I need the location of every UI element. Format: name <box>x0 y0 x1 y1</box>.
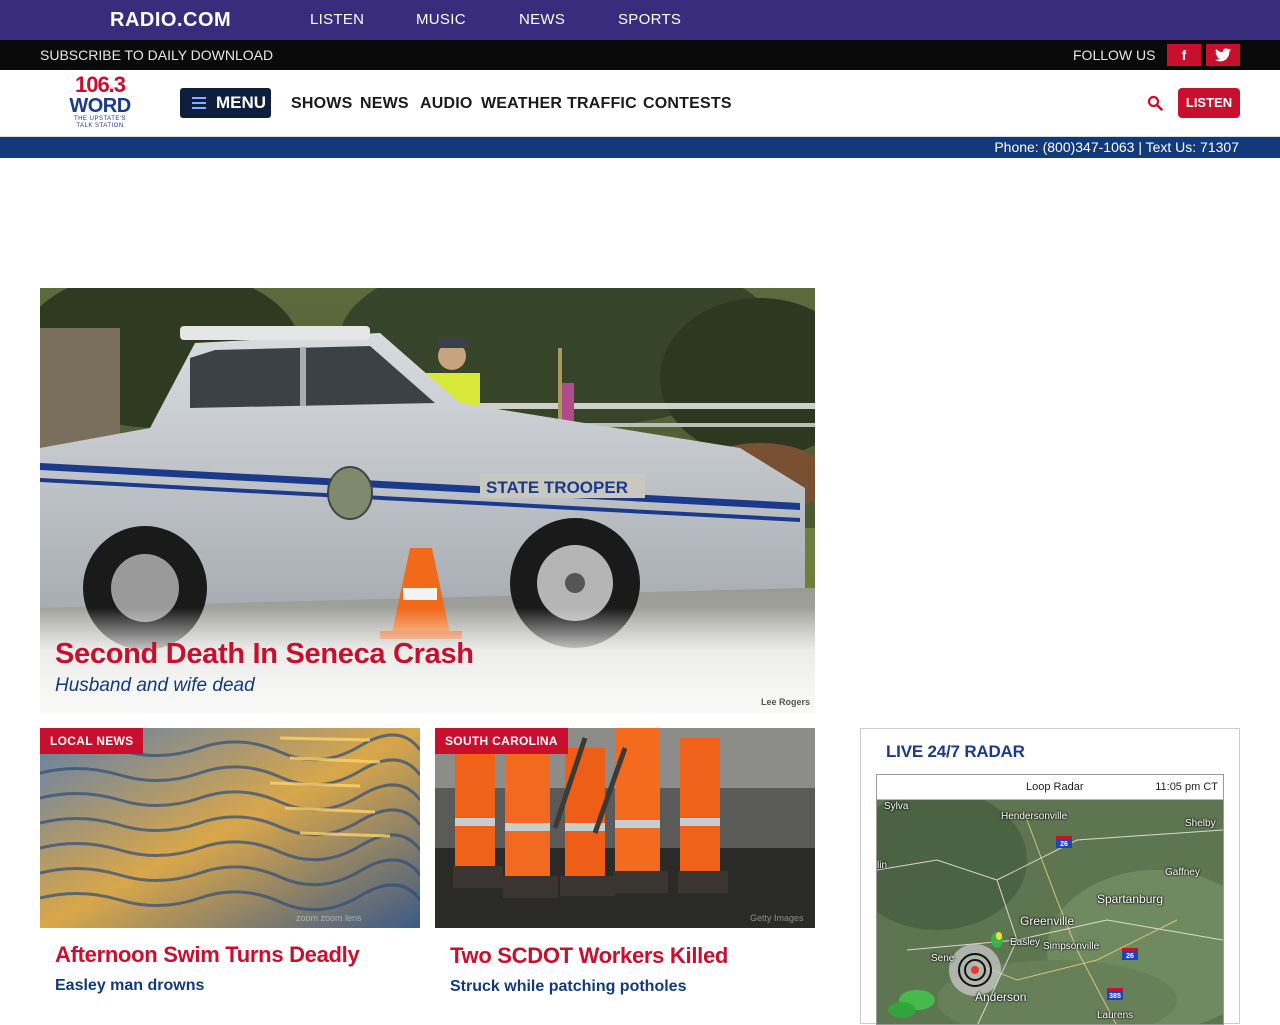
menu-label: MENU <box>216 93 267 112</box>
topnav-listen[interactable]: LISTEN <box>310 11 364 28</box>
nav-weather[interactable]: WEATHER <box>481 95 562 113</box>
station-header: 106.3 WORD THE UPSTATE'S TALK STATION ME… <box>0 70 1280 137</box>
map-city: Easley <box>1010 937 1041 948</box>
follow-us-label: FOLLOW US <box>1073 47 1156 63</box>
road-workers-image <box>435 728 815 928</box>
nav-news[interactable]: NEWS <box>360 95 409 113</box>
story-image-water: zoom zoom lens <box>40 728 420 928</box>
category-badge[interactable]: LOCAL NEWS <box>40 728 144 754</box>
card-headline[interactable]: Two SCDOT Workers Killed <box>450 943 728 969</box>
car-door-text: STATE TROOPER <box>486 478 628 497</box>
hero-story[interactable]: STATE TROOPER Second Death In Seneca Cra… <box>40 288 815 713</box>
map-city: Anderson <box>975 990 1027 1004</box>
interstate-shield-icon: 385 <box>1107 988 1123 1000</box>
hamburger-icon <box>192 97 206 109</box>
nav-audio[interactable]: AUDIO <box>420 95 473 113</box>
map-city: Spartanburg <box>1097 892 1164 906</box>
map-city: Greenville <box>1020 914 1075 928</box>
station-tagline-2: TALK STATION <box>76 123 124 129</box>
story-image-workers: Getty Images <box>435 728 815 928</box>
story-card-local-news[interactable]: zoom zoom lens LOCAL NEWS Afternoon Swim… <box>40 728 420 1024</box>
menu-button[interactable]: MENU <box>180 88 271 118</box>
card-photo-credit: zoom zoom lens <box>296 913 362 923</box>
map-city: Hendersonville <box>1001 811 1068 822</box>
nav-shows[interactable]: SHOWS <box>291 95 352 113</box>
contact-bar: Phone: (800)347-1063 | Text Us: 71307 <box>0 137 1280 158</box>
radar-map[interactable]: Sylva Hendersonville Shelby lin Gaffney … <box>877 800 1223 1024</box>
radar-title: LIVE 24/7 RADAR <box>886 742 1025 761</box>
hero-photo-credit: Lee Rogers <box>760 697 810 707</box>
map-city: lin <box>877 860 888 871</box>
topnav-news[interactable]: NEWS <box>519 11 565 28</box>
card-subheadline: Easley man drowns <box>55 977 205 994</box>
station-name: WORD <box>69 95 131 117</box>
category-badge[interactable]: SOUTH CAROLINA <box>435 728 568 754</box>
search-icon[interactable] <box>1147 95 1163 111</box>
station-frequency: 106.3 <box>74 72 126 97</box>
radar-map-image <box>877 800 1223 1024</box>
facebook-icon[interactable]: f <box>1167 44 1201 66</box>
card-subheadline: Struck while patching potholes <box>450 978 687 995</box>
topnav-music[interactable]: MUSIC <box>416 11 466 28</box>
map-city: Shelby <box>1185 818 1216 829</box>
radio-com-logo[interactable]: RADIO.COM <box>110 9 231 32</box>
map-city: Simpsonville <box>1043 941 1100 952</box>
card-headline[interactable]: Afternoon Swim Turns Deadly <box>55 942 360 968</box>
subscribe-link[interactable]: SUBSCRIBE TO DAILY DOWNLOAD <box>40 47 273 63</box>
interstate-shield-icon: 26 <box>1122 948 1138 960</box>
contact-info: Phone: (800)347-1063 | Text Us: 71307 <box>994 139 1239 155</box>
subscribe-bar: SUBSCRIBE TO DAILY DOWNLOAD FOLLOW US f <box>0 40 1280 70</box>
radio-com-bar: RADIO.COM LISTEN MUSIC NEWS SPORTS <box>0 0 1280 40</box>
radar-loop-label: Loop Radar <box>1026 781 1084 793</box>
topnav-sports[interactable]: SPORTS <box>618 11 681 28</box>
map-city: Sene <box>931 953 955 964</box>
listen-button[interactable]: LISTEN <box>1178 88 1240 118</box>
station-tagline-1: THE UPSTATE'S <box>73 116 127 122</box>
map-city: Gaffney <box>1165 867 1200 878</box>
radar-widget: LIVE 24/7 RADAR Loop Radar 11:05 pm CT S… <box>860 728 1240 1025</box>
map-city: Laurens <box>1097 1010 1134 1021</box>
water-image <box>40 728 420 928</box>
radar-timestamp: 11:05 pm CT <box>1155 781 1218 793</box>
nav-contests[interactable]: CONTESTS <box>643 95 732 113</box>
hero-headline[interactable]: Second Death In Seneca Crash <box>55 638 474 671</box>
radar-frame[interactable]: Loop Radar 11:05 pm CT Sylva Hendersonvi… <box>876 774 1224 1025</box>
twitter-icon[interactable] <box>1206 44 1240 66</box>
story-card-south-carolina[interactable]: Getty Images SOUTH CAROLINA Two SCDOT Wo… <box>435 728 815 1024</box>
station-logo[interactable]: 106.3 WORD THE UPSTATE'S TALK STATION <box>69 74 131 134</box>
card-photo-credit: Getty Images <box>750 913 804 923</box>
map-city: Sylva <box>884 801 909 812</box>
hero-subheadline: Husband and wife dead <box>55 675 255 696</box>
radar-header: Loop Radar 11:05 pm CT <box>877 775 1223 800</box>
nav-traffic[interactable]: TRAFFIC <box>567 95 637 113</box>
twitter-bird-icon <box>1215 48 1231 62</box>
interstate-shield-icon: 26 <box>1056 836 1072 848</box>
